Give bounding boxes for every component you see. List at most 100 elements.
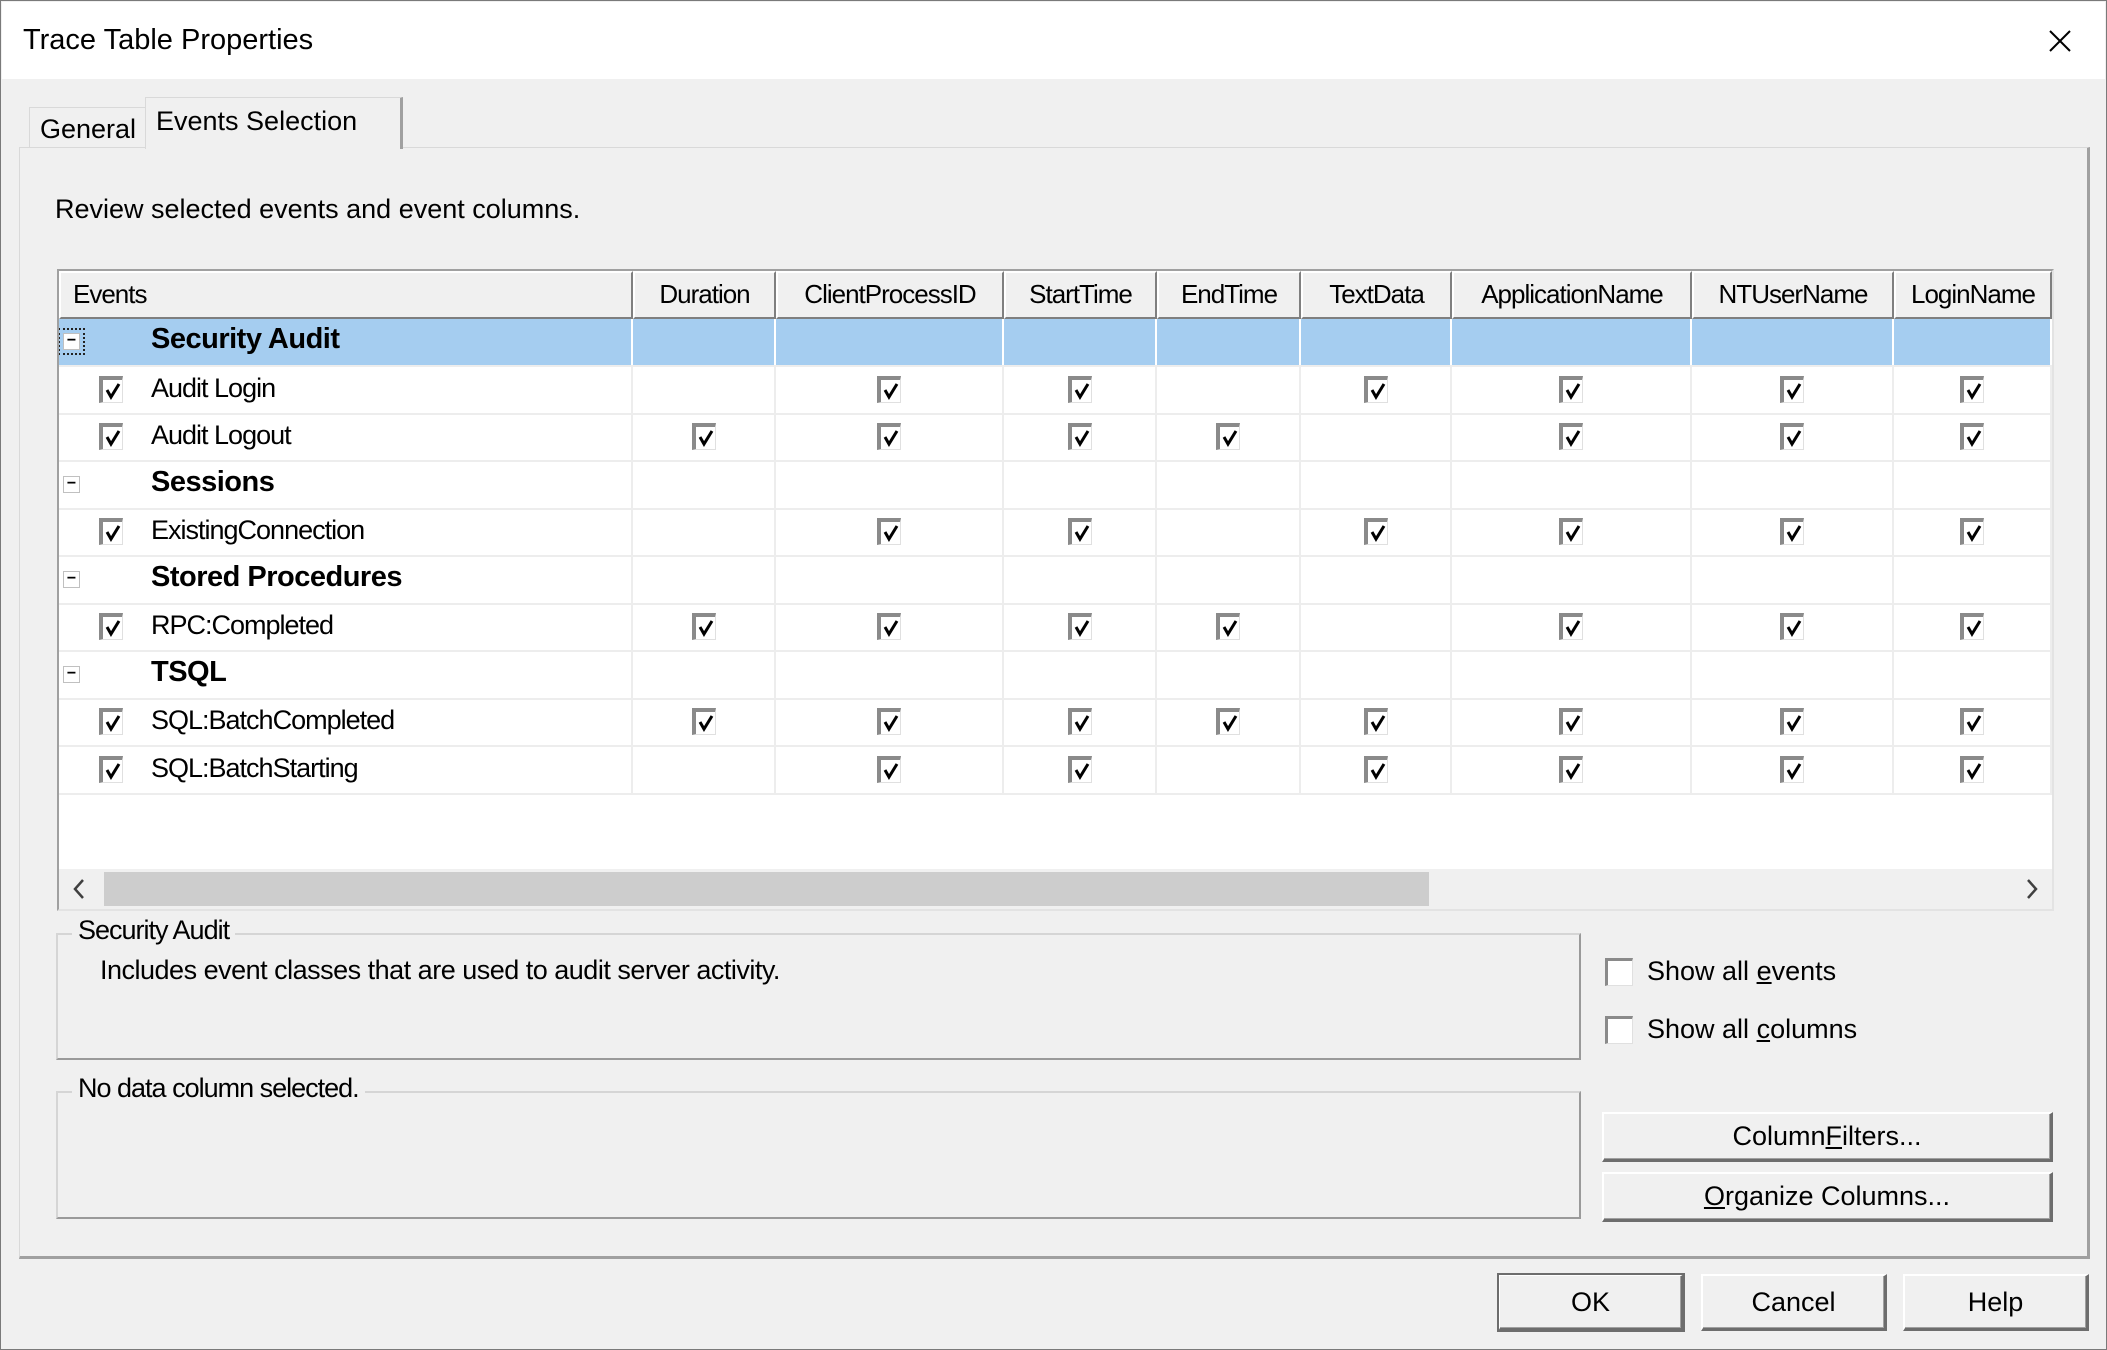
- horizontal-scrollbar[interactable]: [59, 869, 2052, 909]
- column-checkbox-clientprocessid[interactable]: [877, 375, 901, 403]
- event-row[interactable]: SQL:BatchCompleted: [59, 699, 2052, 747]
- column-cell: [1301, 604, 1452, 650]
- close-button[interactable]: [2015, 2, 2105, 79]
- column-header-clientprocessid[interactable]: ClientProcessID: [776, 271, 1004, 319]
- column-checkbox-applicationname[interactable]: [1559, 518, 1583, 545]
- ok-button[interactable]: OK: [1497, 1273, 1685, 1332]
- column-header-events[interactable]: Events: [59, 271, 633, 319]
- column-checkbox-applicationname[interactable]: [1559, 375, 1583, 403]
- column-cell: [1301, 556, 1452, 603]
- column-description-title: No data column selected.: [72, 1073, 365, 1104]
- column-checkbox-loginname[interactable]: [1960, 755, 1984, 783]
- column-header-textdata[interactable]: TextData: [1301, 271, 1452, 319]
- column-checkbox-starttime[interactable]: [1067, 518, 1092, 545]
- column-checkbox-ntusername[interactable]: [1780, 613, 1804, 640]
- column-cell: [1894, 556, 2052, 603]
- column-checkbox-endtime[interactable]: [1216, 708, 1240, 735]
- category-row[interactable]: − Sessions: [59, 461, 2052, 510]
- column-cell: [1452, 461, 1692, 508]
- event-checkbox[interactable]: [99, 708, 123, 735]
- tab-general[interactable]: General: [29, 107, 147, 149]
- column-checkbox-starttime[interactable]: [1067, 423, 1092, 450]
- show-all-columns-box[interactable]: [1605, 1015, 1633, 1044]
- category-row[interactable]: − Stored Procedures: [59, 556, 2052, 605]
- column-checkbox-ntusername[interactable]: [1780, 423, 1804, 450]
- column-checkbox-applicationname[interactable]: [1559, 423, 1583, 450]
- column-checkbox-clientprocessid[interactable]: [877, 755, 901, 783]
- column-checkbox-ntusername[interactable]: [1780, 755, 1804, 783]
- column-checkbox-clientprocessid[interactable]: [877, 613, 901, 640]
- column-checkbox-loginname[interactable]: [1960, 708, 1984, 735]
- collapse-icon[interactable]: −: [59, 328, 85, 355]
- column-checkbox-textdata[interactable]: [1363, 518, 1388, 545]
- event-row[interactable]: Audit Login: [59, 366, 2052, 415]
- collapse-icon[interactable]: −: [63, 665, 80, 683]
- collapse-icon[interactable]: −: [63, 475, 80, 493]
- column-cell: [633, 366, 776, 413]
- event-name-cell: [59, 651, 633, 698]
- category-row[interactable]: − TSQL: [59, 651, 2052, 700]
- column-checkbox-ntusername[interactable]: [1780, 518, 1804, 545]
- column-checkbox-ntusername[interactable]: [1780, 708, 1804, 735]
- column-checkbox-applicationname[interactable]: [1559, 613, 1583, 640]
- category-label: TSQL: [151, 655, 227, 688]
- column-checkbox-clientprocessid[interactable]: [877, 708, 901, 735]
- scroll-right-button[interactable]: [2012, 869, 2052, 909]
- event-checkbox[interactable]: [99, 755, 123, 783]
- column-header-duration[interactable]: Duration: [633, 271, 776, 319]
- column-cell: [1692, 461, 1894, 508]
- column-checkbox-loginname[interactable]: [1960, 375, 1984, 403]
- column-checkbox-clientprocessid[interactable]: [877, 518, 901, 545]
- column-checkbox-loginname[interactable]: [1960, 613, 1984, 640]
- column-checkbox-starttime[interactable]: [1067, 708, 1092, 735]
- event-name-cell: [59, 319, 633, 365]
- column-checkbox-starttime[interactable]: [1067, 613, 1092, 640]
- show-all-events-box[interactable]: [1605, 957, 1633, 986]
- column-checkbox-endtime[interactable]: [1216, 423, 1240, 450]
- column-cell: [1692, 556, 1894, 603]
- tab-events-selection[interactable]: Events Selection: [145, 97, 403, 149]
- event-row[interactable]: SQL:BatchStarting: [59, 746, 2052, 795]
- column-checkbox-duration[interactable]: [691, 613, 716, 640]
- column-checkbox-applicationname[interactable]: [1559, 755, 1583, 783]
- cancel-button[interactable]: Cancel: [1701, 1274, 1887, 1331]
- category-row[interactable]: − Security Audit: [59, 319, 2052, 367]
- category-label: Stored Procedures: [151, 560, 402, 593]
- event-checkbox[interactable]: [99, 423, 123, 450]
- collapse-icon[interactable]: −: [63, 570, 80, 588]
- column-checkbox-textdata[interactable]: [1363, 375, 1388, 403]
- column-checkbox-starttime[interactable]: [1067, 375, 1092, 403]
- column-header-starttime[interactable]: StartTime: [1004, 271, 1157, 319]
- show-all-events-label: Show all events: [1647, 956, 1837, 986]
- column-header-loginname[interactable]: LoginName: [1894, 271, 2052, 319]
- event-row[interactable]: Audit Logout: [59, 414, 2052, 462]
- scrollbar-thumb[interactable]: [104, 872, 1429, 906]
- column-checkbox-duration[interactable]: [691, 423, 716, 450]
- show-all-columns-checkbox[interactable]: Show all columns: [1605, 1014, 1857, 1045]
- column-checkbox-endtime[interactable]: [1216, 613, 1240, 640]
- column-checkbox-ntusername[interactable]: [1780, 375, 1804, 403]
- show-all-events-checkbox[interactable]: Show all events: [1605, 956, 1836, 987]
- trace-table-properties-dialog: Trace Table Properties General Events Se…: [0, 0, 2107, 1350]
- column-filters-button[interactable]: Column Filters...: [1602, 1112, 2053, 1162]
- column-header-ntusername[interactable]: NTUserName: [1692, 271, 1894, 319]
- column-checkbox-textdata[interactable]: [1363, 708, 1388, 735]
- column-checkbox-starttime[interactable]: [1067, 755, 1092, 783]
- column-checkbox-loginname[interactable]: [1960, 518, 1984, 545]
- column-checkbox-duration[interactable]: [691, 708, 716, 735]
- column-cell: [1004, 319, 1157, 365]
- column-header-endtime[interactable]: EndTime: [1157, 271, 1301, 319]
- organize-columns-button[interactable]: Organize Columns...: [1602, 1172, 2053, 1222]
- column-checkbox-loginname[interactable]: [1960, 423, 1984, 450]
- event-checkbox[interactable]: [99, 518, 123, 545]
- event-checkbox[interactable]: [99, 375, 123, 403]
- event-row[interactable]: RPC:Completed: [59, 604, 2052, 652]
- column-checkbox-applicationname[interactable]: [1559, 708, 1583, 735]
- scroll-left-button[interactable]: [59, 869, 99, 909]
- event-checkbox[interactable]: [99, 613, 123, 640]
- column-header-applicationname[interactable]: ApplicationName: [1452, 271, 1692, 319]
- column-checkbox-clientprocessid[interactable]: [877, 423, 901, 450]
- column-checkbox-textdata[interactable]: [1363, 755, 1388, 783]
- help-button[interactable]: Help: [1903, 1274, 2089, 1331]
- event-row[interactable]: ExistingConnection: [59, 509, 2052, 557]
